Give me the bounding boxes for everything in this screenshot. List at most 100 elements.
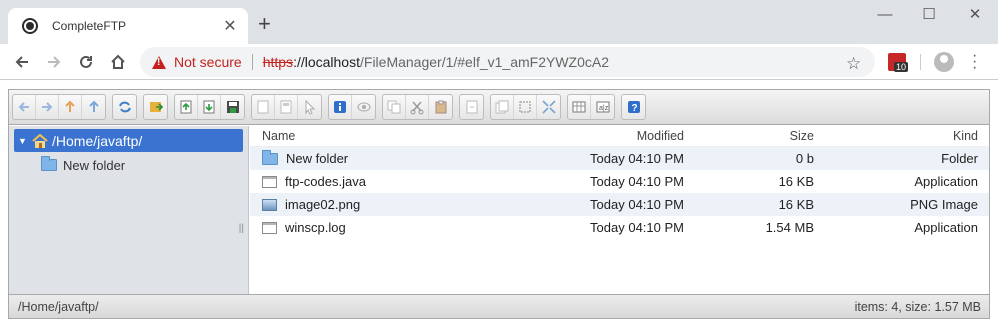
copy-icon [387, 100, 401, 114]
forward-button[interactable] [36, 95, 59, 119]
back-button[interactable] [13, 95, 36, 119]
view-button[interactable] [568, 95, 591, 119]
browser-tabstrip: CompleteFTP ✕ + — ☐ ✕ [0, 0, 998, 44]
reload-button[interactable] [74, 50, 98, 74]
select-button[interactable] [298, 95, 321, 119]
browser-toolbar: Not secure https ://localhost /FileManag… [0, 44, 998, 80]
file-row[interactable]: New folder Today 04:10 PM 0 b Folder [250, 147, 989, 170]
file-row[interactable]: winscp.log Today 04:10 PM 1.54 MB Applic… [250, 216, 989, 239]
back-icon [18, 102, 29, 112]
file-modified: Today 04:10 PM [590, 220, 684, 235]
browser-menu-icon[interactable]: · · · [972, 48, 977, 76]
security-label[interactable]: Not secure [174, 54, 242, 70]
file-size: 1.54 MB [765, 220, 814, 235]
info-button[interactable] [329, 95, 352, 119]
extension-icon[interactable]: 10 [888, 53, 909, 72]
browser-tab[interactable]: CompleteFTP ✕ [8, 8, 248, 44]
file-kind: Application [914, 220, 978, 235]
file-row[interactable]: ftp-codes.java Today 04:10 PM 16 KB Appl… [250, 170, 989, 193]
tree-item-new-folder[interactable]: New folder [41, 154, 125, 176]
toolbar-divider [920, 54, 921, 70]
back-arrow-icon [15, 56, 28, 68]
tree-expand-icon[interactable]: ▼ [18, 136, 30, 146]
new-tab-button[interactable]: + [258, 13, 271, 35]
tree-item-label: New folder [63, 157, 126, 173]
toolbar-group [382, 94, 453, 120]
paste-icon [435, 100, 446, 114]
toolbar-group [112, 94, 137, 120]
sort-button[interactable]: a|z [591, 95, 614, 119]
url-host: ://localhost [293, 54, 360, 70]
open-button[interactable] [144, 95, 167, 119]
toolbar-group [12, 94, 106, 120]
file-size: 16 KB [778, 197, 814, 212]
forward-button[interactable] [42, 50, 66, 74]
select-all-button[interactable] [514, 95, 537, 119]
folder-icon [41, 156, 57, 171]
sort-icon: a|z [596, 101, 609, 113]
folder-icon [262, 149, 278, 165]
rename-button[interactable] [460, 95, 483, 119]
resize-button[interactable] [537, 95, 560, 119]
column-name[interactable]: Name [250, 129, 520, 143]
column-modified[interactable]: Modified [520, 129, 684, 143]
download-icon [203, 100, 215, 114]
new-file-icon [280, 100, 292, 114]
home-button[interactable] [106, 50, 130, 74]
up-icon [65, 100, 75, 112]
url-scheme: https [262, 54, 294, 70]
home-button[interactable] [82, 95, 105, 119]
file-modified: Today 04:10 PM [590, 197, 684, 212]
site-favicon-icon [22, 18, 38, 34]
file-manager: a|z? ▼ /Home/javaftp/ New folder || Name… [8, 89, 990, 319]
copy-button[interactable] [383, 95, 406, 119]
minimize-button[interactable]: — [862, 4, 908, 28]
toolbar-group [459, 94, 484, 120]
file-manager-toolbar: a|z? [9, 90, 989, 125]
help-button[interactable]: ? [622, 95, 645, 119]
address-bar[interactable]: Not secure https ://localhost /FileManag… [140, 47, 875, 77]
maximize-button[interactable]: ☐ [906, 4, 952, 28]
open-icon [149, 102, 163, 112]
address-separator [251, 54, 253, 70]
download-button[interactable] [198, 95, 221, 119]
help-icon: ? [627, 101, 640, 114]
svg-text:a|z: a|z [599, 105, 609, 112]
toolbar-group: ? [621, 94, 646, 120]
tree-root-item[interactable]: ▼ /Home/javaftp/ [14, 129, 243, 152]
forward-icon [42, 102, 53, 112]
close-window-button[interactable]: ✕ [952, 4, 998, 28]
file-list-header: Name Modified Size Kind [250, 126, 989, 147]
file-modified: Today 04:10 PM [590, 174, 684, 189]
file-name: winscp.log [285, 220, 346, 235]
image-icon [262, 198, 277, 211]
bookmark-star-icon[interactable]: ☆ [846, 54, 861, 74]
duplicate-icon [495, 100, 509, 114]
profile-avatar[interactable] [934, 52, 954, 72]
file-name: New folder [286, 151, 349, 166]
back-button[interactable] [10, 50, 34, 74]
file-kind: Folder [941, 151, 978, 166]
up-button[interactable] [59, 95, 82, 119]
duplicate-button[interactable] [491, 95, 514, 119]
file-row[interactable]: image02.png Today 04:10 PM 16 KB PNG Ima… [250, 193, 989, 216]
folder-tree: ▼ /Home/javaftp/ New folder || [9, 126, 249, 294]
paste-button[interactable] [429, 95, 452, 119]
cut-button[interactable] [406, 95, 429, 119]
file-name: image02.png [285, 197, 361, 212]
column-kind[interactable]: Kind [814, 129, 978, 143]
reload-button[interactable] [113, 95, 136, 119]
toolbar-group [490, 94, 561, 120]
new-folder-button[interactable] [252, 95, 275, 119]
save-button[interactable] [221, 95, 244, 119]
file-name: ftp-codes.java [285, 174, 366, 189]
new-file-button[interactable] [275, 95, 298, 119]
tab-close-icon[interactable]: ✕ [222, 16, 238, 36]
tab-title: CompleteFTP [52, 19, 127, 33]
preview-button[interactable] [352, 95, 375, 119]
column-size[interactable]: Size [684, 129, 814, 143]
cut-icon [410, 101, 424, 115]
file-size: 16 KB [778, 174, 814, 189]
upload-button[interactable] [175, 95, 198, 119]
resize-handle[interactable]: || [239, 223, 244, 234]
